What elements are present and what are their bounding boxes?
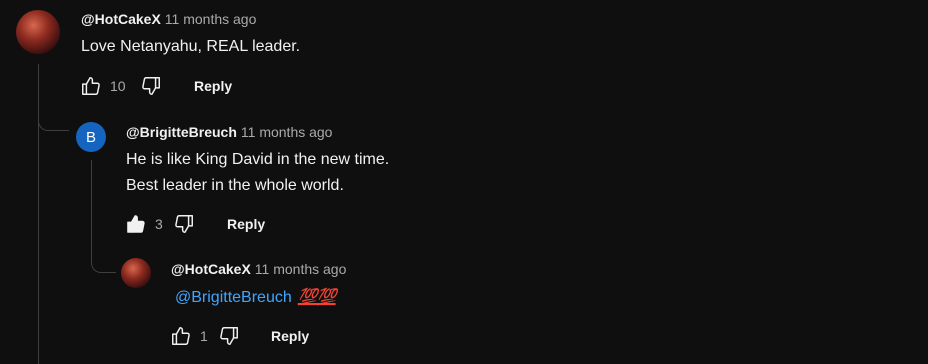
thumbs-down-icon[interactable] [140, 75, 162, 97]
like-count: 10 [110, 78, 126, 94]
avatar[interactable] [16, 10, 60, 54]
like-count: 3 [155, 216, 163, 232]
comment-text: Love Netanyahu, REAL leader. [81, 34, 300, 60]
comment-actions: 1 Reply [170, 324, 309, 348]
comment-line: Best leader in the whole world. [126, 177, 344, 194]
thread-line-main [38, 64, 39, 364]
thread-curve-2 [91, 250, 116, 273]
comment-header: @BrigitteBreuch 11 months ago [126, 124, 332, 140]
author-name[interactable]: @HotCakeX [171, 261, 251, 277]
author-name[interactable]: @BrigitteBreuch [126, 124, 237, 140]
avatar[interactable] [121, 258, 151, 288]
reply-button[interactable]: Reply [194, 78, 232, 94]
comment-header: @HotCakeX 11 months ago [81, 11, 256, 27]
thumbs-up-filled-icon[interactable] [125, 213, 147, 235]
author-name[interactable]: @HotCakeX [81, 11, 161, 27]
timestamp[interactable]: 11 months ago [241, 124, 333, 140]
comment-line: Love Netanyahu, REAL leader. [81, 38, 301, 55]
comment-text: He is like King David in the new time. B… [126, 147, 389, 199]
reply-button[interactable]: Reply [227, 216, 265, 232]
comment-text: @BrigitteBreuch 💯💯 [175, 285, 337, 311]
thumbs-down-icon[interactable] [173, 213, 195, 235]
thumbs-down-icon[interactable] [218, 325, 240, 347]
avatar-letter: B [85, 128, 96, 146]
mention-link[interactable]: @BrigitteBreuch [175, 289, 292, 306]
reply-button[interactable]: Reply [271, 328, 309, 344]
comment-line: He is like King David in the new time. [126, 151, 390, 168]
thumbs-up-icon[interactable] [80, 75, 102, 97]
timestamp[interactable]: 11 months ago [255, 261, 347, 277]
hundred-points-emoji: 💯💯 [297, 289, 337, 306]
thread-curve-1 [38, 110, 69, 131]
avatar[interactable]: B [76, 122, 106, 152]
like-count: 1 [200, 328, 208, 344]
thumbs-up-icon[interactable] [170, 325, 192, 347]
comment-actions: 3 Reply [125, 212, 265, 236]
thread-line-nested [91, 160, 92, 255]
comment-actions: 10 Reply [80, 74, 232, 98]
comment-header: @HotCakeX 11 months ago [171, 261, 346, 277]
timestamp[interactable]: 11 months ago [165, 11, 257, 27]
